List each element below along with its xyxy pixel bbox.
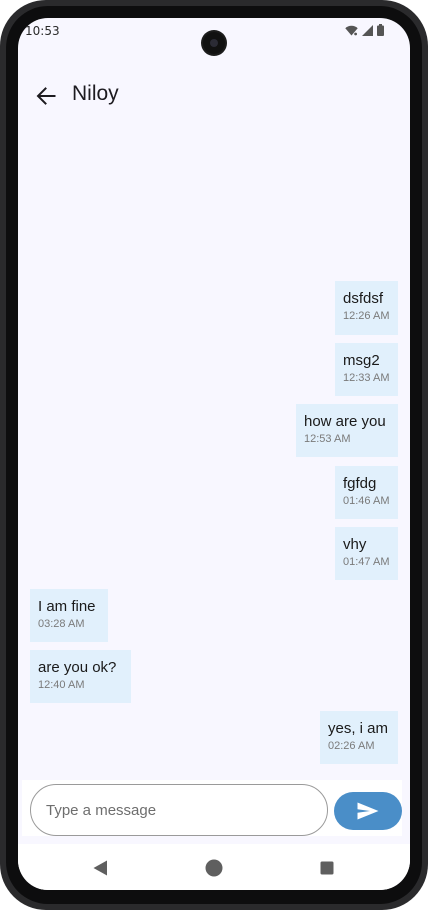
message-composer (18, 780, 410, 844)
nav-back-icon (93, 860, 107, 876)
system-nav-bar (18, 844, 410, 890)
message-time: 03:28 AM (38, 618, 85, 630)
message-input[interactable] (30, 784, 328, 836)
message-list: dsfdsf 12:26 AM msg2 12:33 AM how are yo… (18, 18, 410, 890)
message-bubble: I am fine 03:28 AM (30, 589, 108, 642)
message-text: vhy (343, 536, 367, 553)
message-text: msg2 (343, 352, 380, 369)
composer-panel (22, 780, 402, 836)
message-text: I am fine (38, 598, 96, 615)
message-time: 02:26 AM (328, 740, 375, 752)
message-bubble: how are you 12:53 AM (296, 404, 398, 457)
message-text: dsfdsf (343, 290, 384, 307)
nav-home-button[interactable] (202, 856, 226, 880)
phone-frame: 10:53 Niloy dsfdsf 12:26 AM msg2 12:33 A… (0, 0, 428, 910)
message-text: fgfdg (343, 475, 377, 492)
nav-recents-icon (320, 861, 334, 875)
message-text: yes, i am (328, 720, 389, 737)
send-icon (357, 802, 379, 820)
send-button[interactable] (334, 792, 402, 830)
message-text: how are you (304, 413, 386, 430)
screen: 10:53 Niloy dsfdsf 12:26 AM msg2 12:33 A… (18, 18, 410, 890)
message-text: are you ok? (38, 659, 117, 676)
message-time: 12:40 AM (38, 679, 85, 691)
message-bubble: vhy 01:47 AM (335, 527, 398, 580)
message-bubble: fgfdg 01:46 AM (335, 466, 398, 519)
nav-back-button[interactable] (88, 856, 112, 880)
message-time: 01:46 AM (343, 495, 390, 507)
message-bubble: yes, i am 02:26 AM (320, 711, 398, 764)
nav-recents-button[interactable] (315, 856, 339, 880)
message-time: 01:47 AM (343, 556, 390, 568)
message-time: 12:33 AM (343, 372, 390, 384)
message-time: 12:53 AM (304, 433, 351, 445)
message-bubble: are you ok? 12:40 AM (30, 650, 131, 703)
message-bubble: msg2 12:33 AM (335, 343, 398, 396)
message-bubble: dsfdsf 12:26 AM (335, 281, 398, 335)
message-time: 12:26 AM (343, 310, 390, 322)
nav-home-icon (205, 859, 223, 877)
